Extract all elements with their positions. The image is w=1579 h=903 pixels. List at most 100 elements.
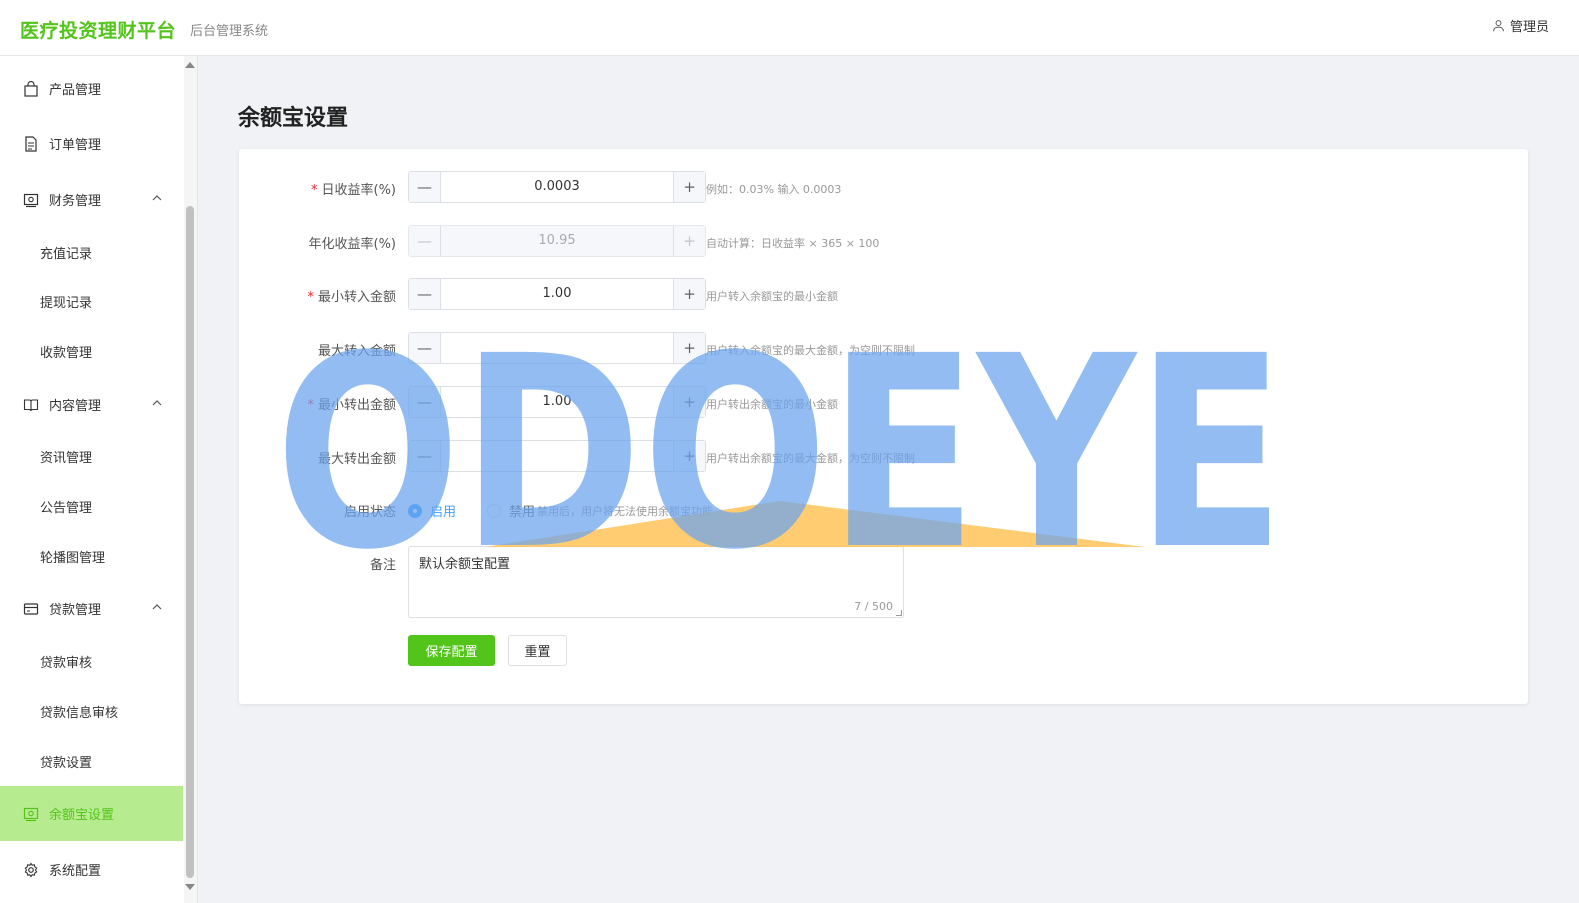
decrement-button[interactable]: — <box>409 441 441 471</box>
min-in-label: * 最小转入金额 <box>307 290 396 305</box>
status-disabled-radio[interactable]: 禁用 <box>487 501 535 520</box>
settings-card: * 日收益率(%) — 0.0003 + 例如：0.03% 输入 0.0003 年… <box>239 149 1528 704</box>
sidebar-item-notice[interactable]: 公告管理 <box>0 481 183 531</box>
scroll-up-icon[interactable] <box>185 62 195 68</box>
save-config-button[interactable]: 保存配置 <box>408 635 495 666</box>
sidebar-item-recharge[interactable]: 充值记录 <box>0 227 183 277</box>
remark-text: 默认余额宝配置 <box>419 557 511 572</box>
annual-rate-label: 年化收益率(%) <box>308 237 397 252</box>
sidebar-item-label: 财务管理 <box>49 194 102 209</box>
increment-button[interactable]: + <box>673 172 705 202</box>
max-in-hint: 用户转入余额宝的最大金额，为空则不限制 <box>706 344 915 357</box>
daily-rate-hint: 例如：0.03% 输入 0.0003 <box>706 183 842 196</box>
status-enabled-label: 启用 <box>430 505 457 520</box>
char-counter: 7 / 500 <box>854 600 893 613</box>
max-out-stepper[interactable]: — + <box>408 440 706 472</box>
min-out-stepper[interactable]: — 1.00 + <box>408 386 706 418</box>
sidebar-item-content[interactable]: 内容管理 <box>0 377 183 432</box>
status-enabled-radio[interactable]: 启用 <box>408 501 456 520</box>
decrement-button: — <box>409 226 441 256</box>
chevron-up-icon <box>152 400 162 406</box>
min-out-hint: 用户转出余额宝的最小金额 <box>706 398 838 411</box>
sidebar-item-label: 贷款管理 <box>49 603 102 618</box>
status-hint: 禁用后，用户将无法使用余额宝功能 <box>537 505 713 518</box>
chevron-up-icon <box>152 604 162 610</box>
min-in-hint: 用户转入余额宝的最小金额 <box>706 290 838 303</box>
sidebar-item-loan[interactable]: 贷款管理 <box>0 581 183 636</box>
max-in-label: 最大转入金额 <box>317 344 396 359</box>
sidebar-item-loan-review[interactable]: 贷款审核 <box>0 636 183 686</box>
resize-handle[interactable] <box>896 610 902 616</box>
increment-button[interactable]: + <box>673 333 705 363</box>
decrement-button[interactable]: — <box>409 387 441 417</box>
user-icon <box>1493 20 1504 32</box>
gear-icon <box>22 861 40 879</box>
sidebar-item-label: 订单管理 <box>49 138 102 153</box>
chevron-up-icon <box>152 195 162 201</box>
wallet-icon <box>22 191 40 209</box>
annual-rate-stepper: — 10.95 + <box>408 225 706 257</box>
daily-rate-input[interactable]: 0.0003 <box>441 172 673 202</box>
sidebar-item-label: 系统配置 <box>49 864 102 879</box>
sidebar-item-yuebao[interactable]: 余额宝设置 <box>0 786 183 841</box>
remark-label: 备注 <box>369 558 396 573</box>
sidebar-scroll-thumb[interactable] <box>186 206 194 878</box>
min-in-input[interactable]: 1.00 <box>441 279 673 309</box>
sidebar-item-loan-settings[interactable]: 贷款设置 <box>0 736 183 786</box>
max-out-input[interactable] <box>441 441 673 471</box>
sidebar-item-label: 内容管理 <box>49 399 102 414</box>
increment-button: + <box>673 226 705 256</box>
remark-row: 备注 默认余额宝配置 7 / 500 <box>239 546 1528 618</box>
increment-button[interactable]: + <box>673 387 705 417</box>
max-in-input[interactable] <box>441 333 673 363</box>
increment-button[interactable]: + <box>673 441 705 471</box>
sidebar-item-label: 产品管理 <box>49 83 102 98</box>
max-out-hint: 用户转出余额宝的最大金额，为空则不限制 <box>706 452 915 465</box>
increment-button[interactable]: + <box>673 279 705 309</box>
remark-textarea[interactable]: 默认余额宝配置 7 / 500 <box>408 546 904 618</box>
min-out-input[interactable]: 1.00 <box>441 387 673 417</box>
sidebar-item-products[interactable]: 产品管理 <box>0 61 183 116</box>
daily-rate-stepper[interactable]: — 0.0003 + <box>408 171 706 203</box>
sidebar-item-finance[interactable]: 财务管理 <box>0 172 183 227</box>
user-menu[interactable]: 管理员 <box>1492 16 1549 35</box>
min-out-label: * 最小转出金额 <box>307 398 396 413</box>
radio-checked-icon <box>408 503 422 518</box>
max-out-label: 最大转出金额 <box>317 452 396 467</box>
sidebar-item-loan-info-review[interactable]: 贷款信息审核 <box>0 686 183 736</box>
book-icon <box>22 396 40 414</box>
decrement-button[interactable]: — <box>409 172 441 202</box>
min-out-row: * 最小转出金额 — 1.00 + 用户转出余额宝的最小金额 <box>239 386 1528 418</box>
sidebar-item-system[interactable]: 系统配置 <box>0 842 183 897</box>
sidebar-item-news[interactable]: 资讯管理 <box>0 431 183 481</box>
annual-rate-hint: 自动计算：日收益率 × 365 × 100 <box>706 237 880 250</box>
max-in-stepper[interactable]: — + <box>408 332 706 364</box>
daily-rate-row: * 日收益率(%) — 0.0003 + 例如：0.03% 输入 0.0003 <box>239 171 1528 203</box>
sidebar-item-payment[interactable]: 收款管理 <box>0 326 183 376</box>
document-icon <box>22 135 40 153</box>
sidebar-item-orders[interactable]: 订单管理 <box>0 116 183 171</box>
sidebar: 产品管理 订单管理 财务管理 充值记录 提现记录 收款管理 内容管理 资讯管理 … <box>0 56 198 903</box>
brand-subtitle: 后台管理系统 <box>190 24 269 39</box>
card-icon <box>22 600 40 618</box>
wallet-icon <box>22 805 40 823</box>
max-out-row: 最大转出金额 — + 用户转出余额宝的最大金额，为空则不限制 <box>239 440 1528 472</box>
decrement-button[interactable]: — <box>409 333 441 363</box>
brand-title: 医疗投资理财平台 <box>20 20 177 42</box>
scroll-down-icon[interactable] <box>185 884 195 890</box>
radio-unchecked-icon <box>487 503 501 518</box>
sidebar-item-withdraw[interactable]: 提现记录 <box>0 276 183 326</box>
status-label: 启用状态 <box>343 505 396 520</box>
user-name: 管理员 <box>1509 20 1549 35</box>
sidebar-item-banner[interactable]: 轮播图管理 <box>0 531 183 581</box>
sidebar-item-label: 余额宝设置 <box>49 808 115 823</box>
status-disabled-label: 禁用 <box>509 505 536 520</box>
max-in-row: 最大转入金额 — + 用户转入余额宝的最大金额，为空则不限制 <box>239 332 1528 364</box>
decrement-button[interactable]: — <box>409 279 441 309</box>
annual-rate-row: 年化收益率(%) — 10.95 + 自动计算：日收益率 × 365 × 100 <box>239 225 1528 257</box>
daily-rate-label: * 日收益率(%) <box>311 183 396 198</box>
reset-button[interactable]: 重置 <box>508 635 567 666</box>
bag-icon <box>22 80 40 98</box>
min-in-stepper[interactable]: — 1.00 + <box>408 278 706 310</box>
top-header: 医疗投资理财平台 后台管理系统 管理员 <box>0 0 1579 56</box>
